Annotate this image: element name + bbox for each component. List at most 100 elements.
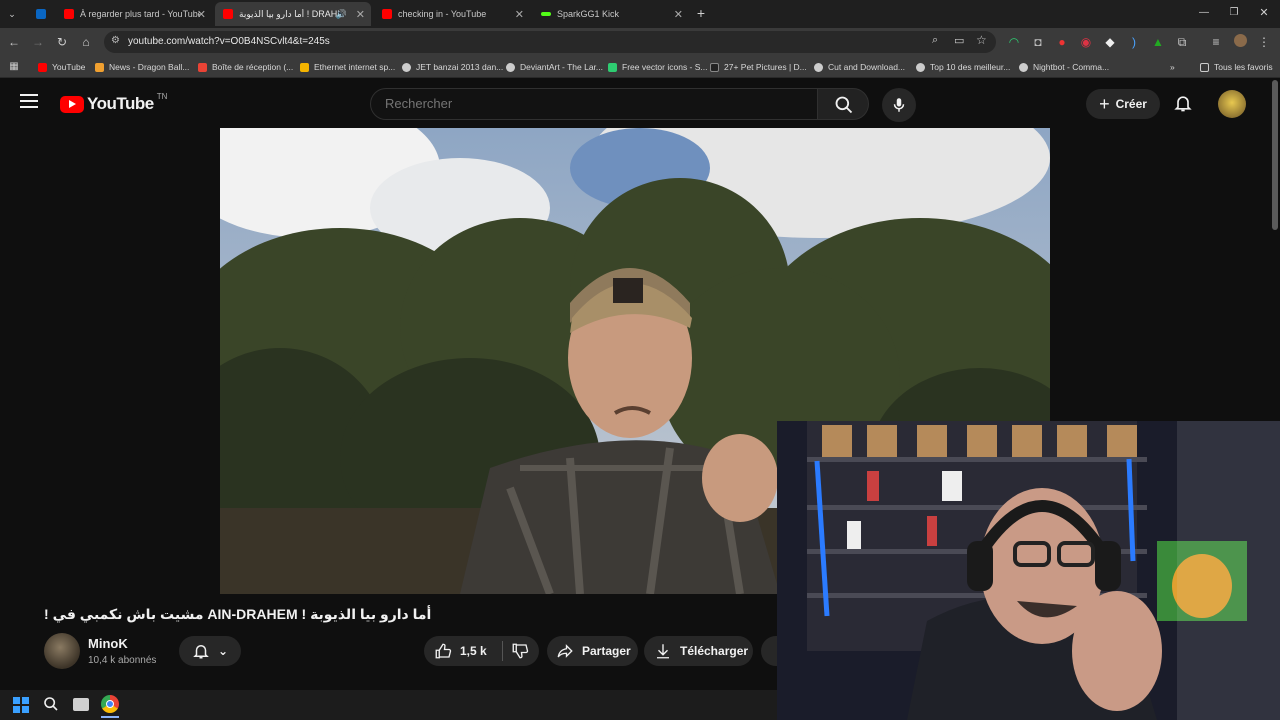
create-button[interactable]: + Créer bbox=[1086, 89, 1160, 119]
windows-start-icon[interactable] bbox=[13, 697, 29, 713]
close-window-icon[interactable]: ✕ bbox=[1256, 5, 1272, 21]
share-button[interactable]: Partager bbox=[547, 636, 638, 666]
notifications-button[interactable] bbox=[1173, 92, 1193, 119]
close-tab-icon[interactable]: ✕ bbox=[197, 8, 206, 21]
task-view-icon[interactable] bbox=[73, 698, 89, 711]
tab-watch-later[interactable]: À regarder plus tard - YouTube ✕ bbox=[56, 2, 212, 26]
tab-search-icon[interactable]: ⌄ bbox=[4, 6, 20, 22]
extension-icon[interactable]: ◠ bbox=[1006, 34, 1022, 50]
cast-icon[interactable]: ▭ bbox=[954, 34, 964, 47]
tab-current-video[interactable]: أما دارو بيا الذيوبة ! DRAHEM 🔊 ✕ bbox=[215, 2, 371, 26]
page-scrollbar-thumb[interactable] bbox=[1272, 80, 1278, 230]
bookmark-label: YouTube bbox=[52, 62, 86, 72]
plus-icon: + bbox=[1099, 93, 1110, 114]
extension-icon[interactable]: ◆ bbox=[1102, 34, 1118, 50]
download-label: Télécharger bbox=[680, 644, 749, 658]
bookmark-favicon-icon bbox=[710, 62, 719, 72]
download-button[interactable]: Télécharger bbox=[644, 636, 753, 666]
tab-label: أما دارو بيا الذيوبة ! DRAHEM bbox=[239, 8, 339, 19]
channel-name[interactable]: MinoK bbox=[88, 636, 128, 651]
bookmarks-bar: ▦ YouTube News - Dragon Ball... Boîte de… bbox=[0, 56, 1280, 78]
bookmark-item[interactable]: Nightbot - Comma... bbox=[1019, 60, 1109, 74]
tab-checking-in[interactable]: checking in - YouTube ✕ bbox=[374, 2, 530, 26]
hamburger-menu-icon[interactable] bbox=[20, 94, 38, 108]
more-bookmarks-icon[interactable]: » bbox=[1170, 60, 1175, 74]
bell-icon bbox=[193, 645, 209, 659]
close-tab-icon[interactable]: ✕ bbox=[515, 8, 524, 21]
like-button[interactable]: 1,5 k bbox=[424, 642, 502, 660]
bookmark-star-icon[interactable]: ☆ bbox=[976, 33, 987, 47]
bookmark-item[interactable]: Top 10 des meilleur... bbox=[916, 60, 1010, 74]
bell-icon bbox=[1174, 96, 1192, 112]
dislike-button[interactable] bbox=[503, 642, 529, 660]
bookmark-favicon-icon bbox=[95, 62, 104, 72]
bookmark-item[interactable]: Free vector icons - S... bbox=[608, 60, 708, 74]
bookmark-label: Nightbot - Comma... bbox=[1033, 62, 1110, 72]
youtube-logo[interactable]: YouTube TN bbox=[60, 92, 167, 114]
site-info-icon[interactable]: ⚙ bbox=[111, 35, 120, 46]
search-button[interactable] bbox=[817, 88, 869, 120]
thumbs-up-icon bbox=[435, 643, 452, 659]
chevron-down-icon: ⌄ bbox=[217, 644, 229, 658]
tab-kick[interactable]: SparkGG1 Kick ✕ bbox=[533, 2, 689, 26]
restore-icon[interactable]: ❐ bbox=[1226, 5, 1242, 21]
account-avatar[interactable] bbox=[1218, 90, 1246, 118]
tab-label: À regarder plus tard - YouTube bbox=[80, 9, 200, 19]
thumbs-down-icon bbox=[512, 643, 529, 659]
bookmark-label: Cut and Download... bbox=[828, 62, 906, 72]
chrome-icon[interactable] bbox=[101, 695, 119, 713]
webcam-overlay bbox=[777, 421, 1280, 720]
channel-avatar[interactable] bbox=[44, 633, 80, 669]
bookmark-label: Free vector icons - S... bbox=[622, 62, 708, 72]
bookmark-item[interactable]: News - Dragon Ball... bbox=[95, 60, 189, 74]
minimize-icon[interactable]: — bbox=[1196, 5, 1212, 21]
new-tab-icon[interactable]: + bbox=[693, 5, 709, 21]
download-icon bbox=[657, 644, 669, 659]
forward-icon[interactable]: → bbox=[30, 34, 46, 50]
reload-icon[interactable]: ↻ bbox=[54, 34, 70, 50]
tab-linkedin[interactable] bbox=[28, 2, 52, 26]
close-tab-icon[interactable]: ✕ bbox=[356, 8, 365, 21]
url-text[interactable]: youtube.com/watch?v=O0B4NSCvlt4&t=245s bbox=[128, 36, 330, 47]
back-icon[interactable]: ← bbox=[6, 34, 22, 50]
bookmark-item[interactable]: JET banzai 2013 dan... bbox=[402, 60, 503, 74]
microphone-icon bbox=[893, 98, 905, 112]
extension-icon[interactable]: ) bbox=[1126, 34, 1142, 50]
folder-icon bbox=[1200, 62, 1209, 72]
taskbar-search-icon[interactable] bbox=[43, 696, 59, 717]
bookmark-item[interactable]: Ethernet internet sp... bbox=[300, 60, 395, 74]
extension-icon[interactable]: ◘ bbox=[1030, 34, 1046, 50]
bookmark-item[interactable]: Cut and Download... bbox=[814, 60, 905, 74]
apps-grid-icon[interactable]: ▦ bbox=[6, 59, 22, 75]
bookmark-item[interactable]: YouTube bbox=[38, 60, 85, 74]
address-bar[interactable]: ⚙ youtube.com/watch?v=O0B4NSCvlt4&t=245s… bbox=[104, 31, 996, 53]
bookmark-item[interactable]: Boîte de réception (... bbox=[198, 60, 293, 74]
extension-icon[interactable]: ◉ bbox=[1078, 34, 1094, 50]
bookmark-label: 27+ Pet Pictures | D... bbox=[724, 62, 807, 72]
more-actions-button[interactable] bbox=[761, 636, 777, 666]
bookmark-item[interactable]: 27+ Pet Pictures | D... bbox=[710, 60, 807, 74]
create-label: Créer bbox=[1115, 97, 1147, 111]
tab-label: checking in - YouTube bbox=[398, 9, 487, 19]
home-icon[interactable]: ⌂ bbox=[78, 34, 94, 50]
youtube-favicon-icon bbox=[223, 9, 233, 19]
voice-search-button[interactable] bbox=[882, 88, 916, 122]
bookmark-favicon-icon bbox=[38, 62, 47, 72]
search-box[interactable] bbox=[370, 88, 818, 120]
kick-favicon-icon bbox=[541, 12, 551, 16]
profile-avatar-icon[interactable] bbox=[1232, 34, 1248, 50]
browser-menu-icon[interactable]: ⋮ bbox=[1256, 34, 1272, 50]
browser-toolbar: ← → ↻ ⌂ ⚙ youtube.com/watch?v=O0B4NSCvlt… bbox=[0, 28, 1280, 56]
extension-icon[interactable]: ● bbox=[1054, 34, 1070, 50]
audio-playing-icon[interactable]: 🔊 bbox=[336, 9, 347, 20]
search-input[interactable] bbox=[385, 96, 805, 111]
extension-icon[interactable]: ▲ bbox=[1150, 34, 1166, 50]
zoom-icon[interactable]: ⌕ bbox=[932, 34, 938, 47]
bookmark-item[interactable]: DeviantArt - The Lar... bbox=[506, 60, 603, 74]
share-label: Partager bbox=[582, 644, 631, 658]
media-control-icon[interactable]: ≡ bbox=[1208, 34, 1224, 50]
extensions-puzzle-icon[interactable]: ⧉ bbox=[1174, 34, 1190, 50]
close-tab-icon[interactable]: ✕ bbox=[674, 8, 683, 21]
subscription-bell-button[interactable]: ⌄ bbox=[179, 636, 241, 666]
all-bookmarks-folder[interactable]: Tous les favoris bbox=[1200, 60, 1273, 74]
